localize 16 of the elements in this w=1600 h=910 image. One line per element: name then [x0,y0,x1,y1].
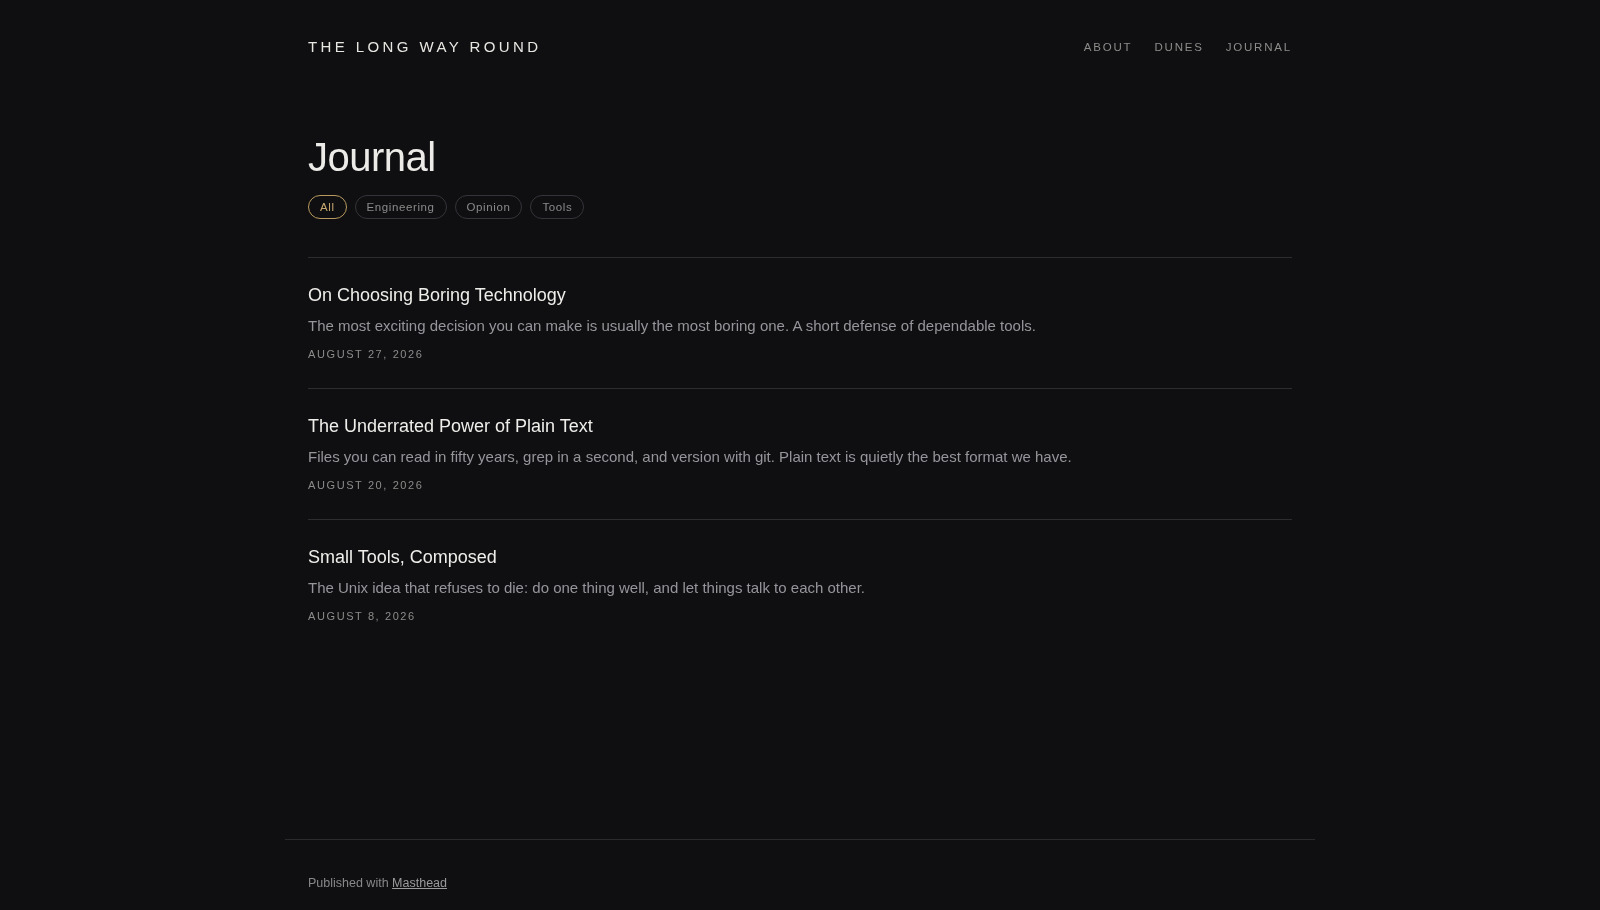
nav-link[interactable]: DUNES [1154,40,1204,53]
nav-link[interactable]: JOURNAL [1225,40,1292,53]
post-date: AUGUST 20, 2026 [308,478,425,492]
post-excerpt: The most exciting decision you can make is usually the most boring one. A short defense of dependable tools. [308,316,1037,336]
post-date: AUGUST 27, 2026 [308,347,425,361]
nav-link[interactable]: ABOUT [1083,40,1133,53]
post-title[interactable]: On Choosing Boring Technology [308,283,1292,307]
page-heading: Journal [308,134,437,181]
post-title[interactable]: The Underrated Power of Plain Text [308,414,1292,438]
post-excerpt: The Unix idea that refuses to die: do one thing well, and let things talk to each other. [308,578,866,598]
post-excerpt: Files you can read in fifty years, grep in a second, and version with git. Plain text is quietly the best format we have. [308,447,1073,467]
footer-note: Published with Masthead [308,876,448,890]
post-title[interactable]: Small Tools, Composed [308,545,1292,569]
site-title: THE LONG WAY ROUND [308,38,542,55]
masthead-link[interactable]: Masthead [392,876,447,890]
post-date: AUGUST 8, 2026 [308,609,417,623]
